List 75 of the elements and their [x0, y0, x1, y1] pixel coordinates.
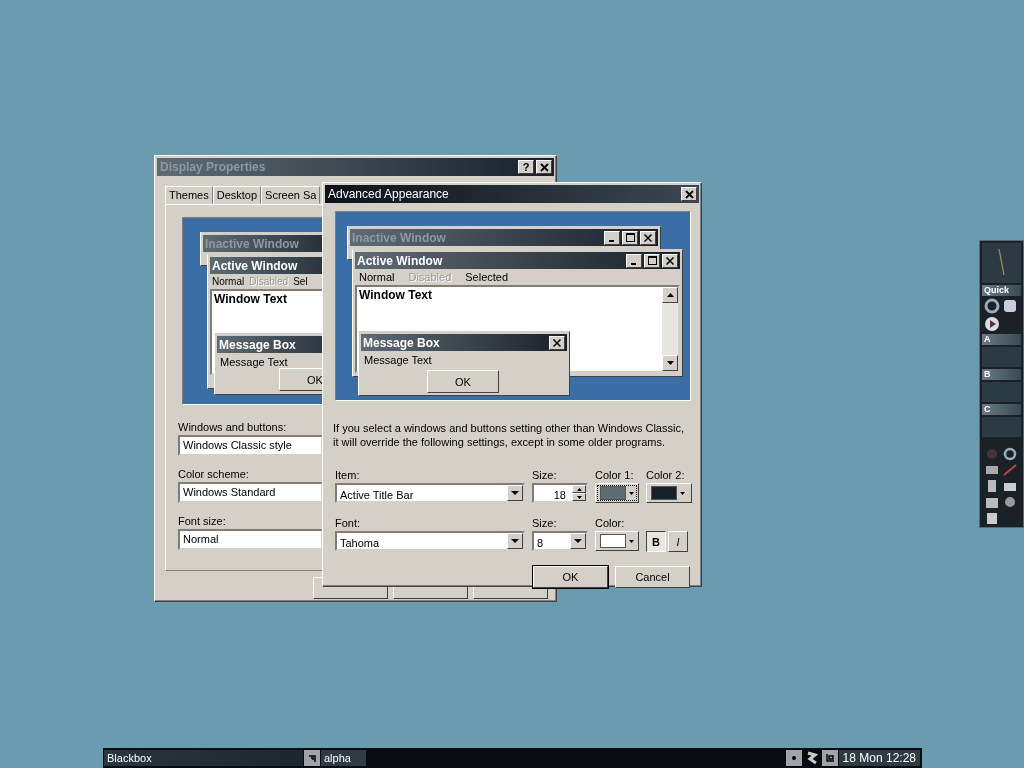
dropdown-arrow-icon[interactable] — [629, 539, 634, 543]
maximize-icon[interactable] — [622, 230, 638, 245]
window-title: Advanced Appearance — [328, 187, 449, 201]
message-title: Message Box — [219, 337, 296, 352]
scrollbar[interactable] — [662, 287, 678, 371]
item-dropdown[interactable]: Active Title Bar — [335, 483, 525, 503]
color-picker[interactable] — [595, 483, 639, 503]
bold-toggle[interactable]: B — [646, 531, 666, 552]
field-label: Color scheme: — [178, 468, 250, 482]
size-spinner[interactable]: 18 — [532, 483, 588, 503]
message-title: Message Box — [363, 335, 440, 350]
task-button[interactable]: alpha — [321, 750, 366, 766]
window-icon[interactable] — [821, 750, 838, 766]
menu-item[interactable]: Normal — [359, 271, 395, 283]
dialog-button[interactable]: OK — [533, 566, 608, 588]
window-icon[interactable] — [304, 750, 320, 766]
window-text: Window Text — [214, 292, 287, 306]
close-icon[interactable] — [549, 335, 565, 350]
spin-down-icon[interactable] — [572, 493, 586, 501]
window-title: Active Window — [212, 258, 298, 273]
message-text: Message Text — [363, 353, 433, 368]
close-button[interactable] — [681, 187, 697, 201]
minimize-icon[interactable] — [604, 230, 620, 245]
italic-toggle[interactable]: I — [668, 531, 688, 552]
field-label: Windows and buttons: — [178, 421, 288, 435]
window-title: Active Window — [357, 253, 443, 268]
workspace-label[interactable]: Blackbox — [104, 750, 303, 766]
message-text: Message Text — [219, 355, 289, 370]
field-label: Color 2: — [646, 469, 686, 483]
close-icon[interactable] — [662, 253, 678, 268]
clock-text: 18 Mon 12:28 — [838, 750, 920, 766]
section-header: A — [982, 334, 1021, 345]
menu-item[interactable]: Selected — [465, 271, 509, 283]
font-size-dropdown[interactable]: 8 — [532, 531, 588, 551]
menu-item[interactable]: Normal — [212, 276, 245, 287]
scroll-up-icon[interactable] — [662, 287, 678, 303]
window-title: Inactive Window — [205, 236, 299, 251]
minimize-icon[interactable] — [626, 253, 642, 268]
scroll-down-icon[interactable] — [662, 355, 678, 371]
dropdown-field[interactable]: Normal — [178, 529, 323, 550]
section-header: Quick — [982, 285, 1021, 296]
dialog-button[interactable]: Cancel — [615, 566, 690, 588]
field-label: Size: — [532, 469, 558, 483]
dock-slot — [982, 417, 1021, 437]
tab[interactable]: Screen Sa — [261, 186, 321, 204]
spin-up-icon[interactable] — [572, 485, 586, 493]
color-picker[interactable] — [646, 483, 692, 503]
font-dropdown[interactable]: Tahoma — [335, 531, 525, 551]
color-picker[interactable] — [595, 531, 639, 551]
needle-icon — [998, 248, 1005, 276]
maximize-icon[interactable] — [644, 253, 660, 268]
section-header: B — [982, 369, 1021, 380]
dropdown-arrow-icon[interactable] — [680, 491, 685, 495]
field-label: Item: — [335, 469, 361, 483]
tab[interactable]: Desktop — [212, 186, 262, 204]
play-icon[interactable] — [984, 316, 1000, 332]
tab[interactable]: Themes — [165, 186, 213, 204]
note-text: If you select a windows and buttons setting other than Windows Classic, it will override the following settings, except in some older programs. — [333, 421, 685, 449]
window-title: Display Properties — [160, 160, 266, 174]
close-icon[interactable] — [640, 230, 656, 245]
dock-slot — [982, 347, 1021, 367]
window-title: Inactive Window — [352, 230, 446, 245]
field-label: Font: — [335, 516, 362, 531]
field-label: Size: — [532, 516, 558, 531]
field-label: Color: — [595, 516, 626, 531]
dropdown-arrow-icon[interactable] — [629, 491, 634, 495]
ok-button[interactable]: OK — [427, 370, 499, 393]
dropdown-field[interactable]: Windows Standard — [178, 482, 323, 503]
menu-item[interactable]: Sel — [293, 276, 308, 287]
dock-slot — [982, 382, 1021, 402]
field-label: Font size: — [178, 515, 227, 529]
section-header: C — [982, 404, 1021, 415]
window-text: Window Text — [359, 288, 432, 302]
dropdown-field[interactable]: Windows Classic style — [178, 435, 323, 456]
field-label: Color 1: — [595, 469, 635, 483]
